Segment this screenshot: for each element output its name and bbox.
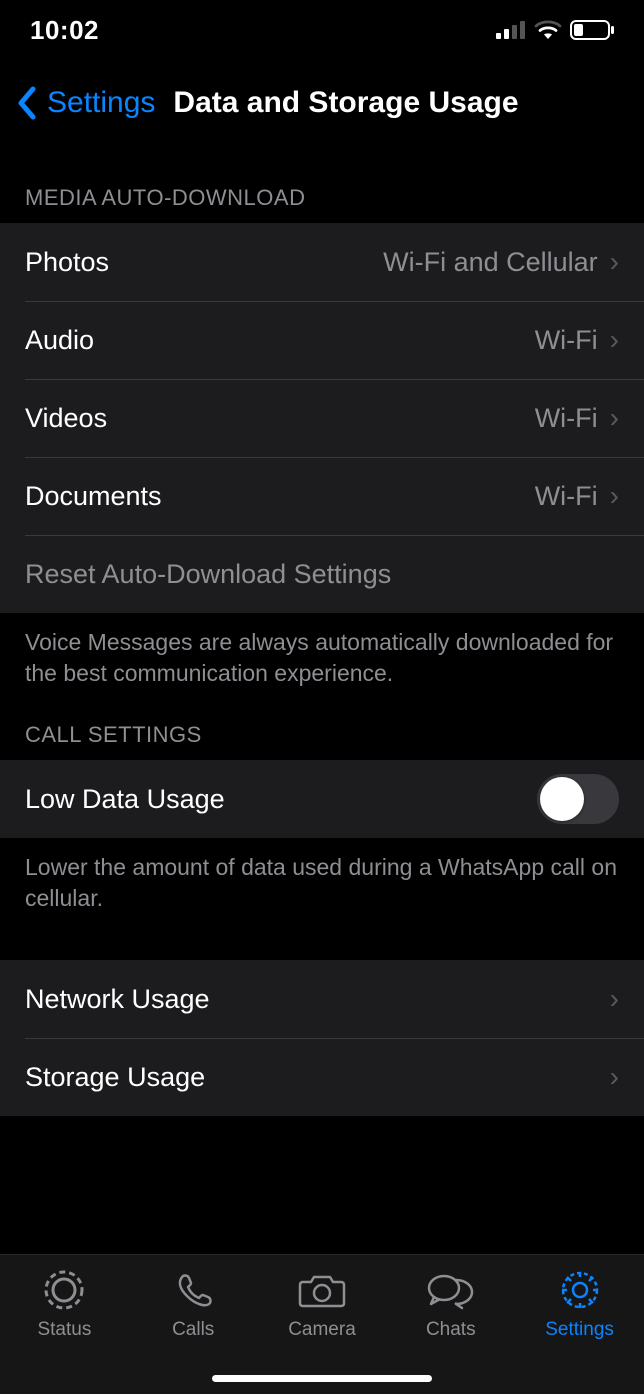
back-button[interactable]: Settings <box>47 86 155 120</box>
page-title: Data and Storage Usage <box>173 86 518 120</box>
tab-label: Status <box>37 1319 91 1341</box>
content: MEDIA AUTO-DOWNLOAD Photos Wi-Fi and Cel… <box>0 145 644 1116</box>
status-time: 10:02 <box>30 15 99 46</box>
nav-bar: Settings Data and Storage Usage <box>0 60 644 145</box>
tab-settings[interactable]: Settings <box>520 1267 640 1394</box>
status-bar: 10:02 <box>0 0 644 60</box>
storage-usage-row[interactable]: Storage Usage › <box>0 1038 644 1116</box>
media-cells: Photos Wi-Fi and Cellular › Audio Wi-Fi … <box>0 223 644 613</box>
cellular-icon <box>496 21 526 39</box>
tab-label: Calls <box>172 1319 214 1341</box>
low-data-usage-toggle[interactable] <box>537 774 619 824</box>
tab-status[interactable]: Status <box>4 1267 124 1394</box>
call-section-header: CALL SETTINGS <box>0 697 644 760</box>
chevron-right-icon: › <box>610 326 619 354</box>
usage-cells: Network Usage › Storage Usage › <box>0 960 644 1116</box>
chats-icon <box>426 1267 476 1313</box>
audio-row[interactable]: Audio Wi-Fi › <box>0 301 644 379</box>
cell-value: Wi-Fi <box>535 481 598 512</box>
tab-bar: Status Calls Camera Chats <box>0 1254 644 1394</box>
cell-label: Videos <box>25 403 107 434</box>
cell-label: Storage Usage <box>25 1062 205 1093</box>
reset-auto-download-row[interactable]: Reset Auto-Download Settings <box>0 535 644 613</box>
cell-label: Documents <box>25 481 162 512</box>
phone-icon <box>171 1267 215 1313</box>
wifi-icon <box>534 20 562 40</box>
chevron-right-icon: › <box>610 482 619 510</box>
camera-icon <box>297 1267 347 1313</box>
battery-icon <box>570 20 614 40</box>
cell-value: Wi-Fi <box>535 325 598 356</box>
status-icons <box>496 20 614 40</box>
network-usage-row[interactable]: Network Usage › <box>0 960 644 1038</box>
cell-label: Photos <box>25 247 109 278</box>
tab-label: Camera <box>288 1319 356 1341</box>
media-section-footer: Voice Messages are always automatically … <box>0 613 644 697</box>
cell-label: Audio <box>25 325 94 356</box>
low-data-usage-row: Low Data Usage <box>0 760 644 838</box>
photos-row[interactable]: Photos Wi-Fi and Cellular › <box>0 223 644 301</box>
media-section-header: MEDIA AUTO-DOWNLOAD <box>0 145 644 223</box>
chevron-right-icon: › <box>610 1063 619 1091</box>
cell-value: Wi-Fi <box>535 403 598 434</box>
chevron-right-icon: › <box>610 985 619 1013</box>
cell-label: Network Usage <box>25 984 210 1015</box>
cell-label: Reset Auto-Download Settings <box>25 559 391 590</box>
videos-row[interactable]: Videos Wi-Fi › <box>0 379 644 457</box>
cell-label: Low Data Usage <box>25 784 225 815</box>
documents-row[interactable]: Documents Wi-Fi › <box>0 457 644 535</box>
status-icon <box>42 1267 86 1313</box>
switch-knob <box>540 777 584 821</box>
chevron-right-icon: › <box>610 248 619 276</box>
back-chevron-icon[interactable] <box>15 85 37 121</box>
chevron-right-icon: › <box>610 404 619 432</box>
tab-label: Settings <box>545 1319 614 1341</box>
home-indicator[interactable] <box>212 1375 432 1382</box>
gear-icon <box>558 1267 602 1313</box>
call-cells: Low Data Usage <box>0 760 644 838</box>
call-section-footer: Lower the amount of data used during a W… <box>0 838 644 922</box>
tab-label: Chats <box>426 1319 476 1341</box>
cell-value: Wi-Fi and Cellular <box>383 247 598 278</box>
